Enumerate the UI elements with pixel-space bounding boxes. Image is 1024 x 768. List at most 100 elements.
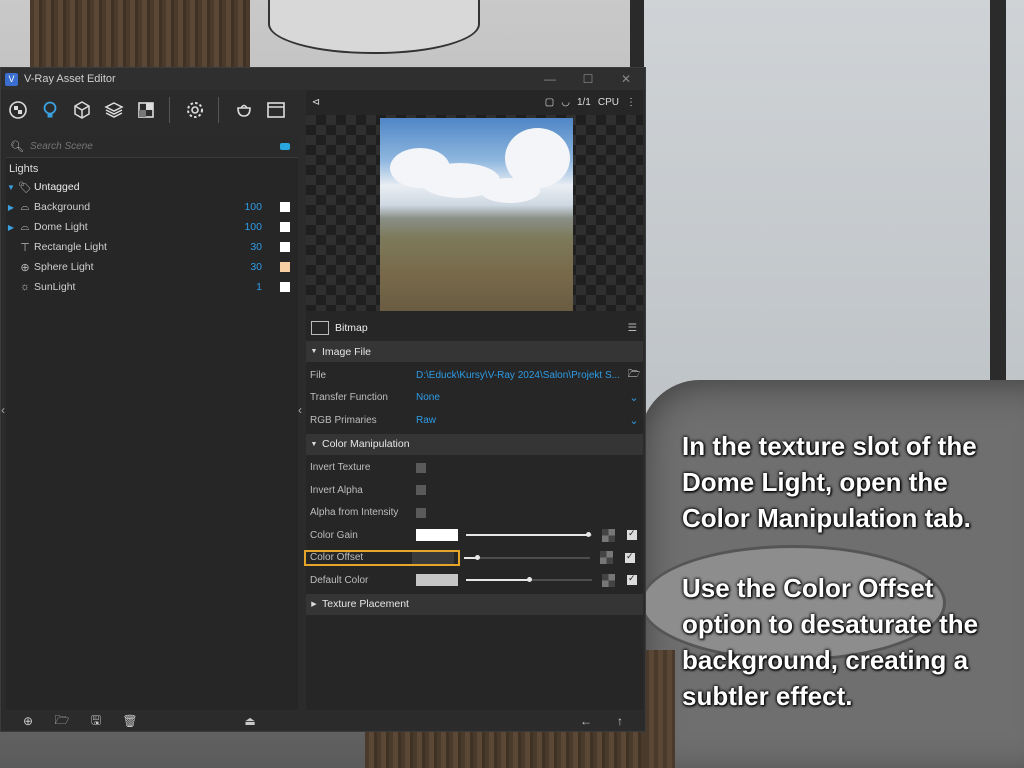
invert-texture-checkbox[interactable] — [416, 462, 426, 473]
open-folder-icon[interactable]: 🗁 — [50, 711, 74, 732]
more-options-icon[interactable]: ⋮ — [626, 97, 636, 108]
rgb-primaries-select[interactable]: Raw — [416, 415, 625, 426]
preview-shape-icon[interactable]: ◡ — [561, 97, 570, 108]
tag-filter-icon[interactable] — [280, 142, 290, 150]
pin-icon[interactable]: ⊲ — [306, 97, 326, 108]
options-icon[interactable]: ☰ — [628, 322, 637, 334]
geometry-icon[interactable] — [67, 95, 97, 125]
section-texture-placement[interactable]: ▶ Texture Placement — [306, 593, 643, 615]
texture-slot-icon[interactable] — [602, 573, 615, 587]
frame-buffer-icon[interactable] — [261, 95, 291, 125]
vray-logo-icon: V — [5, 72, 18, 86]
light-name: Background — [34, 201, 91, 213]
save-icon[interactable]: 🖫 — [84, 711, 108, 732]
default-color-label: Default Color — [310, 574, 369, 586]
light-intensity[interactable]: 30 — [222, 261, 262, 273]
color-gain-enable-checkbox[interactable] — [627, 528, 637, 541]
transfer-function-select[interactable]: None — [416, 392, 625, 403]
texture-slot-icon[interactable] — [600, 551, 613, 565]
light-intensity[interactable]: 100 — [222, 201, 262, 213]
sphere-light-icon: ⊕ — [20, 261, 30, 274]
section-title: Color Manipulation — [322, 438, 410, 450]
up-arrow-icon[interactable]: ↑ — [608, 714, 632, 728]
texture-slot-icon[interactable] — [602, 528, 615, 542]
search-input[interactable] — [28, 139, 280, 153]
preview-ratio[interactable]: 1/1 — [577, 97, 591, 108]
expand-arrow-icon[interactable]: ▶ — [6, 223, 16, 232]
alpha-from-intensity-checkbox[interactable] — [416, 507, 426, 518]
collapse-panel-icon[interactable]: ‹ — [298, 403, 302, 417]
transfer-function-row: Transfer Function None ⌄ — [306, 387, 643, 410]
minimize-button[interactable]: — — [531, 72, 569, 86]
close-button[interactable]: ✕ — [607, 72, 645, 86]
layers-icon[interactable] — [99, 95, 129, 125]
search-icon: 🔍︎ — [10, 140, 24, 153]
render-engine[interactable]: CPU — [598, 97, 619, 108]
invert-alpha-row: Invert Alpha — [306, 479, 643, 502]
section-color-manipulation[interactable]: ▼ Color Manipulation — [306, 433, 643, 455]
group-label: Untagged — [34, 181, 80, 193]
materials-icon[interactable] — [3, 95, 33, 125]
color-offset-enable-checkbox[interactable] — [625, 551, 635, 563]
title-bar: V V-Ray Asset Editor — ☐ ✕ — [1, 68, 645, 90]
material-name: Bitmap — [335, 322, 368, 334]
expand-arrow-icon: ▶ — [311, 601, 317, 608]
expand-arrow-icon[interactable]: ▶ — [6, 203, 16, 212]
rgb-primaries-label: RGB Primaries — [310, 414, 377, 426]
color-gain-swatch[interactable] — [416, 529, 458, 542]
color-gain-slider[interactable] — [466, 532, 592, 538]
color-offset-label: Color Offset — [304, 549, 460, 566]
group-untagged[interactable]: ▼ 🏷︎ Untagged — [6, 177, 298, 197]
category-toolbar — [1, 90, 301, 130]
purge-icon[interactable]: ⏏ — [238, 714, 262, 728]
dome-light-icon: ⌓ — [20, 200, 30, 213]
light-row-sunlight[interactable]: ☼ SunLight 1 — [6, 277, 298, 297]
back-arrow-icon[interactable]: ← — [574, 714, 598, 728]
light-color-swatch[interactable] — [280, 262, 290, 272]
collapse-arrow-icon: ▼ — [310, 440, 318, 448]
maximize-button[interactable]: ☐ — [569, 72, 607, 86]
default-color-swatch[interactable] — [416, 574, 458, 587]
light-intensity[interactable]: 1 — [222, 281, 262, 293]
delete-icon[interactable]: 🗑 — [118, 714, 142, 728]
lights-icon[interactable] — [35, 95, 65, 125]
default-color-slider[interactable] — [466, 577, 592, 583]
light-row-background[interactable]: ▶ ⌓ Background 100 — [6, 197, 298, 217]
cloud-shape — [480, 178, 540, 203]
properties-panel: ⊲ ▢ ◡ 1/1 CPU ⋮ Bitmap ☰ ▼ Image File Fi… — [304, 90, 643, 710]
default-color-enable-checkbox[interactable] — [627, 573, 637, 586]
invert-alpha-checkbox[interactable] — [416, 485, 426, 496]
light-name: Sphere Light — [34, 261, 94, 273]
light-color-swatch[interactable] — [280, 242, 290, 252]
sun-light-icon: ☼ — [19, 281, 31, 293]
light-row-dome-light[interactable]: ▶ ⌓ Dome Light 100 — [6, 217, 298, 237]
light-name: Dome Light — [34, 221, 88, 233]
settings-icon[interactable] — [180, 95, 210, 125]
file-path[interactable]: D:\Educk\Kursy\V-Ray 2024\Salon\Projekt … — [416, 370, 625, 381]
light-row-rectangle-light[interactable]: ⊤ Rectangle Light 30 — [6, 237, 298, 257]
tag-icon: 🏷︎ — [18, 181, 32, 194]
folder-open-icon[interactable]: 🗁 — [625, 367, 643, 384]
stop-icon[interactable]: ▢ — [545, 97, 554, 108]
expand-arrow-icon[interactable]: ▼ — [6, 183, 16, 192]
light-intensity[interactable]: 30 — [222, 241, 262, 253]
light-color-swatch[interactable] — [280, 222, 290, 232]
instruction-text-2: Use the Color Offset option to desaturat… — [682, 573, 979, 711]
transfer-function-label: Transfer Function — [310, 392, 388, 404]
dome-light-icon: ⌓ — [20, 220, 30, 233]
add-asset-icon[interactable]: ⊕ — [16, 714, 40, 728]
render-elements-icon[interactable] — [131, 95, 161, 125]
bottom-action-bar: ⊕ 🗁 🖫 🗑 ⏏ ← ↑ — [6, 711, 642, 731]
light-color-swatch[interactable] — [280, 202, 290, 212]
color-offset-swatch[interactable] — [412, 551, 454, 564]
section-image-file[interactable]: ▼ Image File — [306, 341, 643, 362]
chevron-down-icon[interactable]: ⌄ — [625, 414, 643, 427]
alpha-from-intensity-label: Alpha from Intensity — [310, 507, 399, 519]
collapse-left-icon[interactable]: ‹ — [1, 403, 5, 417]
chevron-down-icon[interactable]: ⌄ — [625, 391, 643, 404]
color-offset-slider[interactable] — [464, 554, 590, 560]
light-color-swatch[interactable] — [280, 282, 290, 292]
render-icon[interactable] — [229, 95, 259, 125]
light-intensity[interactable]: 100 — [222, 221, 262, 233]
light-row-sphere-light[interactable]: ⊕ Sphere Light 30 — [6, 257, 298, 277]
